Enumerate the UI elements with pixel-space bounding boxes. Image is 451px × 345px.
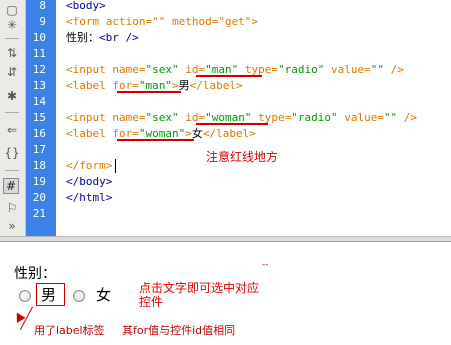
toolbar-divider <box>5 170 19 171</box>
attr-name: name= <box>112 111 146 124</box>
input-tag-close: /> <box>397 111 418 124</box>
line-number: 13 <box>32 79 46 92</box>
gender-text: 性别： <box>66 31 99 44</box>
label-male[interactable]: 男 <box>41 284 56 305</box>
line-number: 9 <box>39 15 46 28</box>
input-tag-close: /> <box>383 63 404 76</box>
more-tools-chevron-icon[interactable]: » <box>4 218 20 234</box>
code-line: <body> <box>66 0 106 14</box>
code-area[interactable]: <body> <form action="" method="get"> 性别：… <box>66 0 451 236</box>
label-tag-open: <label <box>66 79 113 92</box>
balance-braces-icon[interactable]: {} <box>4 145 20 161</box>
text-cursor <box>115 159 116 173</box>
code-line: 性别：<br /> <box>66 30 139 46</box>
expand-all-icon[interactable]: ✱ <box>4 88 20 104</box>
annotation-note: 注意红线地方 <box>206 150 279 164</box>
attr-value-name: value= <box>324 63 371 76</box>
attr-value: "sex" <box>145 63 179 76</box>
refresh-icon[interactable]: ✳ <box>4 17 20 33</box>
red-underline-id-man <box>196 75 262 77</box>
attr-value-name: value= <box>337 111 384 124</box>
line-number: 21 <box>32 207 46 220</box>
red-underline-for-man <box>117 91 181 93</box>
line-number: 8 <box>39 0 46 12</box>
line-number: 17 <box>32 143 46 156</box>
note-label-tag: 用了label标签 <box>34 324 105 337</box>
collapse-tag-icon[interactable]: ⇅ <box>4 45 20 61</box>
code-line: </form> <box>66 158 112 174</box>
attr-type-value: "radio" <box>291 111 338 124</box>
annotation-dash: -- <box>262 260 269 270</box>
red-underline-for-woman <box>117 139 194 141</box>
note-click-text-content: 点击文字即可选中对应 控件 <box>139 281 260 309</box>
br-tag: <br /> <box>99 31 139 44</box>
line-number: 16 <box>32 127 46 140</box>
toolbar-divider <box>5 38 19 39</box>
input-tag-open: <input <box>66 111 113 124</box>
line-number: 12 <box>32 63 46 76</box>
select-parent-tag-icon[interactable]: ⇐ <box>4 122 20 138</box>
attr-name: name= <box>112 63 146 76</box>
gender-title: 性别： <box>14 266 56 282</box>
body-close-tag: </body> <box>66 175 113 188</box>
line-number: 15 <box>32 111 46 124</box>
input-tag-open: <input <box>66 63 113 76</box>
attr-value: "sex" <box>145 111 179 124</box>
line-number: 14 <box>32 95 46 108</box>
label-tag-close: </label> <box>189 79 243 92</box>
radio-female[interactable] <box>73 290 85 302</box>
code-line: </html> <box>66 190 112 206</box>
collapse-selection-icon[interactable]: ⇵ <box>4 64 20 80</box>
code-line: </body> <box>66 174 112 190</box>
label-tag-close: </label> <box>202 127 256 140</box>
design-preview: -- 性别： 男 女 点击文字即可选中对应 控件 用了label标签 其for值… <box>0 241 451 345</box>
form-close-tag: </form> <box>66 159 113 172</box>
open-documents-icon[interactable]: ▢ <box>4 2 20 18</box>
label-tag-open: <label <box>66 127 113 140</box>
line-numbers-icon[interactable]: # <box>3 178 19 194</box>
line-number: 20 <box>32 191 46 204</box>
attr-value-value: "" <box>370 63 384 76</box>
radio-male[interactable] <box>19 290 31 302</box>
note-for-id: 其for值与控件id值相同 <box>122 324 236 337</box>
form-open-tag: <form action="" method="get"> <box>66 15 259 28</box>
highlight-invalid-code-icon[interactable]: ⚐ <box>4 200 20 216</box>
attr-type-value: "radio" <box>277 63 325 76</box>
label-female[interactable]: 女 <box>96 284 111 305</box>
line-number: 10 <box>32 31 46 44</box>
line-number: 18 <box>32 159 46 172</box>
code-editor[interactable]: ▢ ✳ ⇅ ⇵ ✱ ⇐ {} # ⚐ » 8 9 10 11 12 13 14 … <box>0 0 451 241</box>
line-number: 11 <box>32 47 46 60</box>
red-underline-id-woman <box>196 123 268 125</box>
code-line: <form action="" method="get"> <box>66 14 258 30</box>
body-open-tag: <body> <box>66 0 106 12</box>
coding-toolbar: ▢ ✳ ⇅ ⇵ ✱ ⇐ {} # ⚐ » <box>0 0 26 236</box>
note-click-text: 点击文字即可选中对应 控件 <box>139 281 259 309</box>
toolbar-divider <box>5 112 19 113</box>
attr-value-value: "" <box>383 111 398 124</box>
html-close-tag: </html> <box>66 191 113 204</box>
line-number: 19 <box>32 175 46 188</box>
